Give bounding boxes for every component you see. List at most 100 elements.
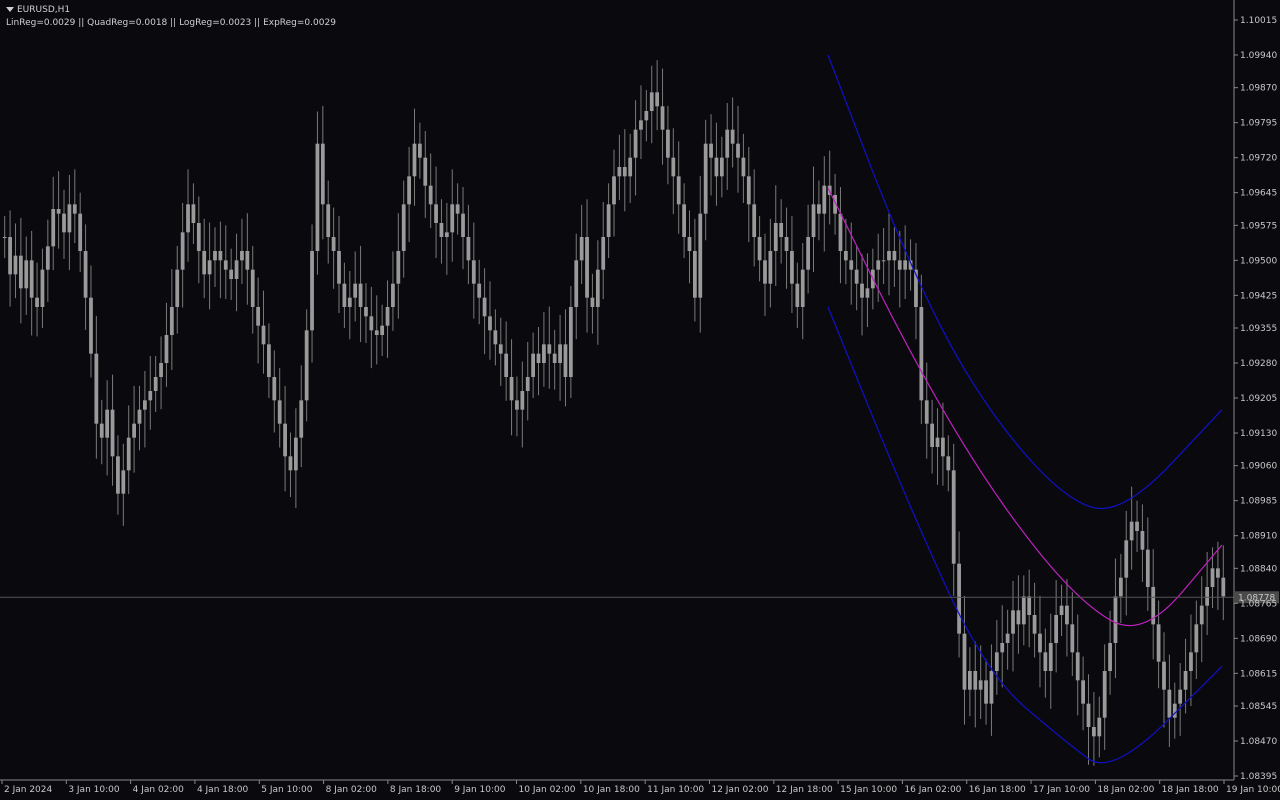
candle-body	[698, 213, 703, 298]
candle-body	[617, 167, 622, 177]
candle-body	[353, 283, 358, 298]
candle-body	[439, 223, 444, 237]
candle-body	[455, 204, 460, 214]
candle-body	[1000, 643, 1005, 653]
candle-body	[450, 204, 455, 233]
candle-body	[935, 437, 940, 447]
candle-body	[1162, 661, 1166, 690]
candle-body	[477, 283, 482, 298]
candle-body	[520, 391, 525, 410]
candle-body	[78, 213, 83, 251]
x-tick-label: 9 Jan 10:00	[454, 785, 506, 795]
candle-body	[1189, 652, 1193, 671]
y-tick-label: 1.08840	[1240, 564, 1277, 574]
candle-body	[881, 260, 886, 262]
candle-body	[99, 423, 104, 438]
candle-body	[444, 232, 449, 237]
collapse-triangle-icon[interactable]	[6, 7, 14, 12]
y-tick-label: 1.08690	[1240, 634, 1277, 644]
candle-body	[423, 157, 428, 186]
candle-body	[482, 297, 487, 317]
candle-body	[1011, 610, 1015, 634]
candle-body	[752, 204, 757, 237]
symbol-row[interactable]: EURUSD,H1	[6, 4, 336, 17]
candle-body	[24, 260, 29, 289]
x-tick-label: 18 Jan 02:00	[1097, 785, 1154, 795]
candle-body	[730, 129, 735, 144]
candle-body	[1038, 633, 1042, 653]
candle-body	[1102, 671, 1107, 718]
candle-body	[817, 204, 821, 214]
candle-body	[865, 288, 870, 298]
candle-body	[45, 246, 50, 270]
candle-body	[364, 307, 368, 317]
candle-body	[763, 260, 767, 284]
candle-body	[876, 260, 881, 270]
candle-body	[51, 209, 56, 247]
candle-body	[1178, 689, 1183, 704]
candle-body	[504, 353, 509, 377]
y-tick-label: 1.09720	[1240, 154, 1277, 164]
candle-body	[994, 652, 999, 671]
candle-body	[757, 237, 762, 261]
candle-body	[434, 204, 438, 223]
candle-body	[283, 423, 287, 457]
candle-body	[299, 400, 304, 438]
candle-body	[709, 143, 713, 158]
candle-body	[428, 185, 433, 205]
candle-body	[951, 470, 956, 564]
candle-body	[310, 251, 314, 331]
candle-body	[1194, 624, 1199, 653]
candle-body	[525, 377, 530, 391]
candle-body	[1140, 531, 1145, 550]
candle-body	[1221, 577, 1226, 597]
candle-body	[293, 437, 298, 471]
candle-body	[612, 176, 616, 205]
candle-body	[1043, 652, 1048, 671]
candle-body	[35, 297, 39, 307]
candle-body	[1113, 596, 1118, 643]
candle-body	[962, 633, 967, 690]
candle-body	[622, 167, 627, 177]
candle-body	[40, 269, 45, 307]
candle-body	[666, 129, 670, 158]
candle-body	[1183, 671, 1188, 690]
candle-body	[1054, 615, 1059, 643]
candle-body	[1118, 577, 1123, 597]
candle-body	[245, 251, 250, 270]
y-tick-label: 1.08545	[1240, 702, 1277, 712]
candle-body	[768, 251, 773, 284]
candle-body	[811, 204, 816, 237]
candle-body	[148, 391, 153, 401]
candle-body	[655, 92, 660, 107]
y-tick-label: 1.09575	[1240, 221, 1277, 231]
x-tick-label: 2 Jan 2024	[4, 785, 52, 795]
candle-body	[191, 204, 196, 223]
candle-body	[692, 251, 697, 298]
candle-body	[164, 335, 169, 363]
candle-body	[547, 344, 552, 354]
candle-body	[1005, 633, 1010, 643]
candle-body	[396, 251, 401, 284]
candle-body	[1199, 605, 1204, 625]
candle-body	[240, 251, 244, 261]
y-tick-label: 1.09940	[1240, 51, 1277, 61]
candle-body	[304, 330, 309, 401]
candle-body	[126, 437, 131, 471]
candle-body	[515, 400, 519, 410]
candle-body	[838, 213, 843, 251]
candle-body	[1081, 680, 1085, 704]
candle-body	[795, 283, 800, 307]
x-tick-label: 8 Jan 18:00	[390, 785, 442, 795]
candle-body	[1210, 568, 1215, 587]
candle-body	[8, 237, 12, 275]
candle-body	[83, 251, 88, 298]
candle-body	[250, 269, 255, 307]
candle-body	[159, 363, 163, 377]
candle-body	[89, 297, 93, 354]
y-tick-label: 1.09645	[1240, 189, 1277, 199]
y-tick-label: 1.09130	[1240, 429, 1277, 439]
candle-body	[121, 470, 126, 494]
y-tick-label: 1.08615	[1240, 669, 1277, 679]
x-tick-label: 3 Jan 10:00	[68, 785, 120, 795]
